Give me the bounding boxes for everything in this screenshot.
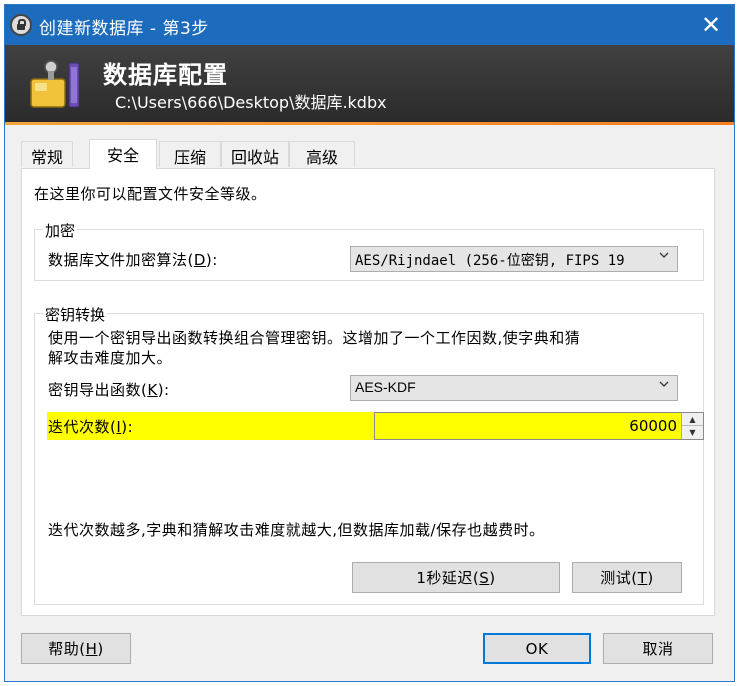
database-path: C:\Users\666\Desktop\数据库.kdbx bbox=[115, 93, 387, 112]
chevron-down-icon bbox=[659, 381, 669, 387]
chevron-down-icon bbox=[659, 252, 669, 258]
ok-button[interactable]: OK bbox=[483, 633, 591, 664]
kdf-description-line1: 使用一个密钥导出函数转换组合管理密钥。这增加了一个工作因数,使字典和猜 bbox=[48, 329, 581, 347]
banner-accent-line bbox=[5, 122, 734, 125]
tab-advanced[interactable]: 高级 bbox=[289, 141, 355, 167]
security-panel: 在这里你可以配置文件安全等级。 加密 数据库文件加密算法(D): AES/Rij… bbox=[21, 168, 715, 616]
close-icon[interactable]: ✕ bbox=[688, 5, 734, 45]
cancel-button[interactable]: 取消 bbox=[603, 633, 713, 664]
kdf-function-label: 密钥导出函数(K): bbox=[48, 381, 170, 399]
spin-down-icon[interactable]: ▼ bbox=[682, 426, 703, 439]
test-button[interactable]: 测试(T) bbox=[572, 562, 682, 593]
kdf-legend: 密钥转换 bbox=[43, 304, 108, 325]
title-bar: 创建新数据库 - 第3步 ✕ bbox=[5, 5, 734, 45]
database-icon bbox=[30, 60, 80, 108]
spin-up-icon[interactable]: ▲ bbox=[682, 413, 703, 426]
help-button[interactable]: 帮助(H) bbox=[21, 633, 131, 664]
iterations-label: 迭代次数(I): bbox=[48, 418, 134, 436]
lock-icon bbox=[10, 14, 32, 36]
algorithm-value: AES/Rijndael (256-位密钥, FIPS 19 bbox=[355, 253, 625, 269]
tab-general[interactable]: 常规 bbox=[21, 141, 73, 167]
iterations-spinner[interactable]: ▲ ▼ bbox=[681, 413, 703, 439]
iterations-value: 60000 bbox=[629, 417, 677, 435]
iterations-input[interactable]: 60000 ▲ ▼ bbox=[374, 412, 704, 440]
iterations-row: 迭代次数(I): 60000 ▲ ▼ bbox=[47, 412, 704, 440]
tab-recycle-bin[interactable]: 回收站 bbox=[221, 141, 289, 167]
dialog-window: 创建新数据库 - 第3步 ✕ 数据库配置 C:\Users\666\Deskto… bbox=[4, 4, 735, 682]
header-banner: 数据库配置 C:\Users\666\Desktop\数据库.kdbx bbox=[5, 45, 734, 125]
banner-heading: 数据库配置 bbox=[103, 61, 228, 89]
tab-compression[interactable]: 压缩 bbox=[159, 141, 221, 167]
iterations-note: 迭代次数越多,字典和猜解攻击难度就越大,但数据库加载/保存也越费时。 bbox=[48, 521, 545, 539]
one-second-delay-button[interactable]: 1秒延迟(S) bbox=[352, 562, 560, 593]
kdf-description-line2: 解攻击难度加大。 bbox=[48, 349, 173, 367]
algorithm-label: 数据库文件加密算法(D): bbox=[48, 251, 218, 269]
kdf-function-value: AES-KDF bbox=[355, 379, 416, 395]
encryption-legend: 加密 bbox=[43, 220, 78, 241]
algorithm-select[interactable]: AES/Rijndael (256-位密钥, FIPS 19 bbox=[350, 246, 678, 272]
kdf-function-select[interactable]: AES-KDF bbox=[350, 375, 678, 401]
tab-security[interactable]: 安全 bbox=[89, 139, 157, 169]
security-description: 在这里你可以配置文件安全等级。 bbox=[34, 185, 267, 203]
window-title: 创建新数据库 - 第3步 bbox=[39, 19, 209, 39]
